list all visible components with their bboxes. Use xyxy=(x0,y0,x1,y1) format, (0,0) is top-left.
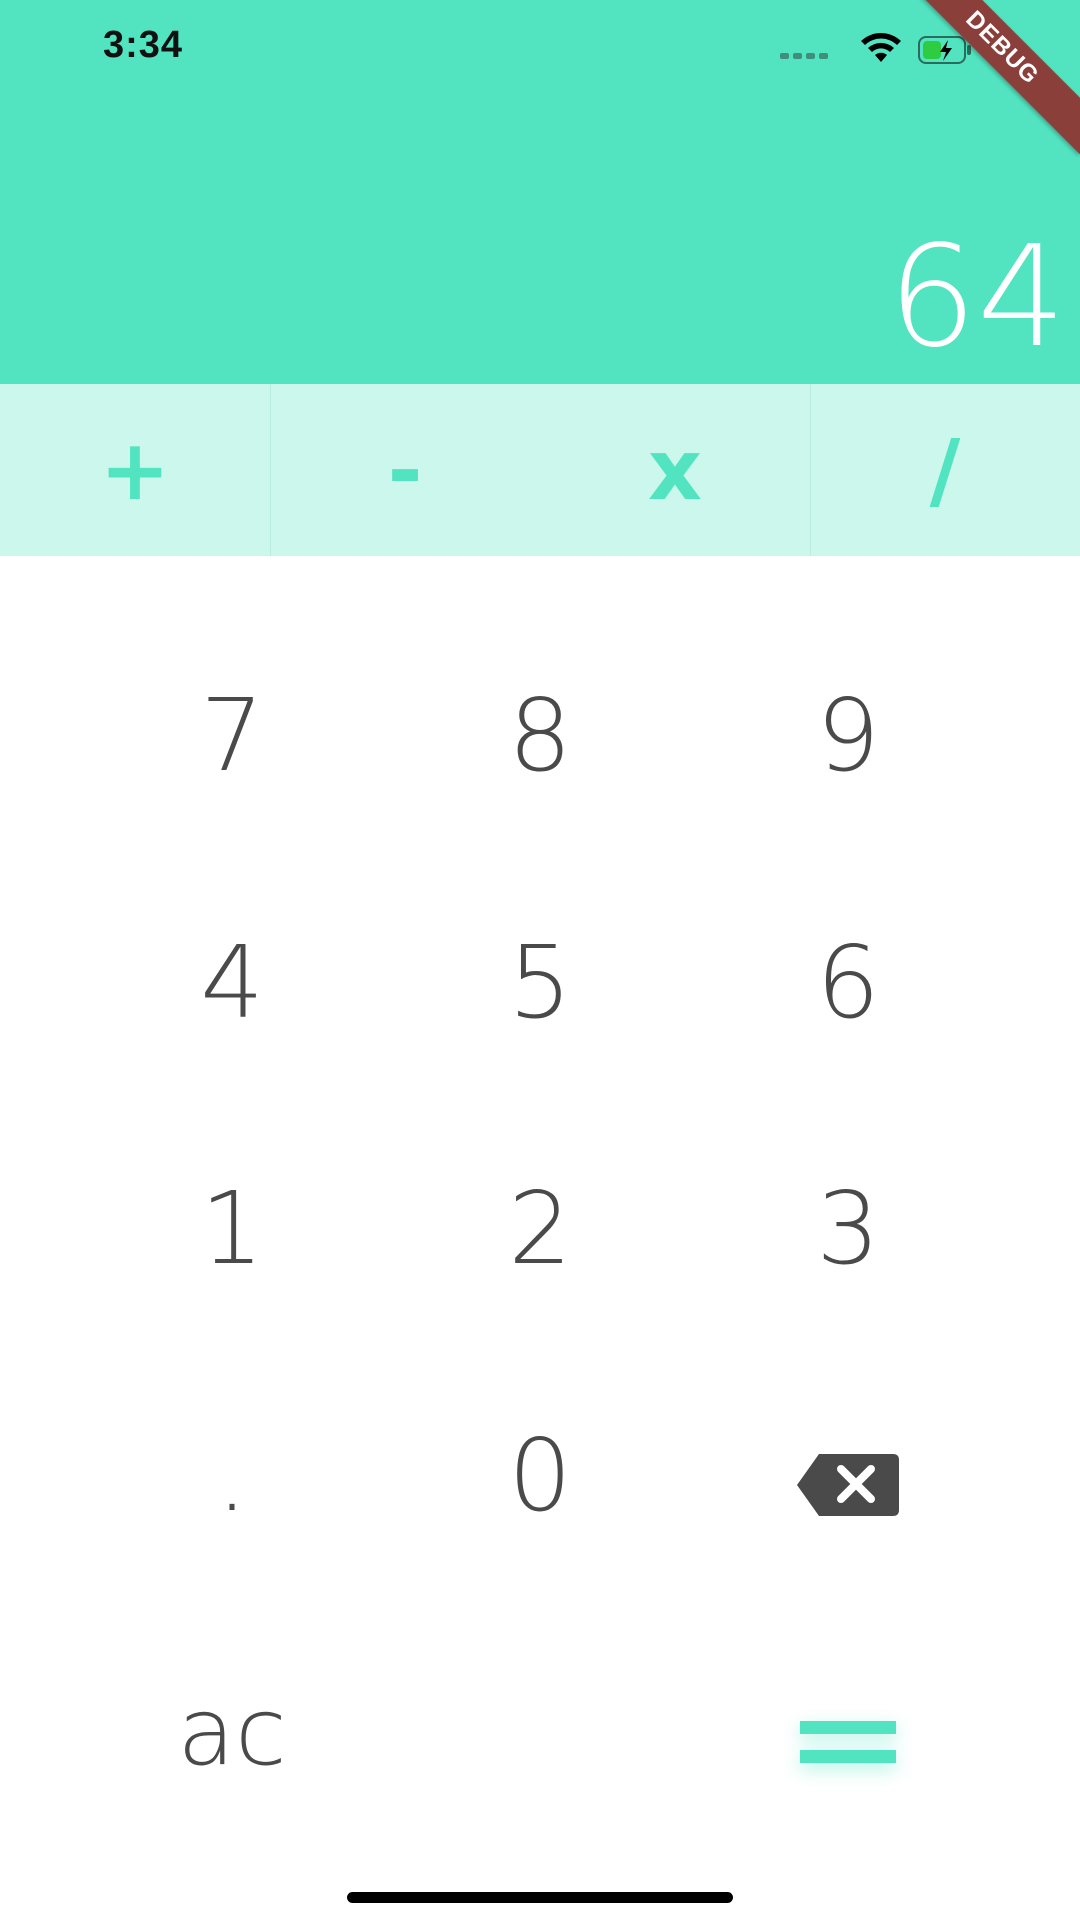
clear-button[interactable]: ac xyxy=(132,1662,332,1802)
key-3[interactable]: 3 xyxy=(748,1158,948,1298)
operator-row: + - x / xyxy=(0,384,1080,556)
key-8[interactable]: 8 xyxy=(440,665,640,805)
backspace-icon xyxy=(797,1454,899,1516)
equals-button[interactable] xyxy=(788,1700,908,1790)
battery-icon xyxy=(918,36,971,64)
key-0[interactable]: 0 xyxy=(440,1405,640,1545)
key-4[interactable]: 4 xyxy=(132,912,332,1052)
key-decimal[interactable]: . xyxy=(132,1405,332,1545)
key-7[interactable]: 7 xyxy=(132,665,332,805)
equals-icon-bar xyxy=(800,1750,896,1763)
status-time: 3:34 xyxy=(103,24,184,66)
key-1[interactable]: 1 xyxy=(132,1158,332,1298)
multiply-button[interactable]: x xyxy=(540,384,810,556)
wifi-icon xyxy=(861,33,901,62)
backspace-button[interactable] xyxy=(748,1425,948,1545)
key-9[interactable]: 9 xyxy=(748,665,948,805)
home-indicator[interactable] xyxy=(347,1892,733,1903)
result-display: 64 xyxy=(887,216,1066,379)
cellular-signal-icon xyxy=(780,53,828,59)
key-6[interactable]: 6 xyxy=(748,912,948,1052)
add-button[interactable]: + xyxy=(0,384,270,556)
key-5[interactable]: 5 xyxy=(440,912,640,1052)
calculator-app: 3:34 64 DEBUG + - x / 7 8 9 4 5 6 1 2 3 … xyxy=(0,0,1080,1920)
equals-icon xyxy=(800,1721,896,1734)
key-2[interactable]: 2 xyxy=(440,1158,640,1298)
divide-button[interactable]: / xyxy=(810,384,1080,556)
debug-banner: DEBUG xyxy=(895,0,1080,155)
subtract-button[interactable]: - xyxy=(270,384,540,556)
display-panel: 3:34 64 DEBUG xyxy=(0,0,1080,384)
